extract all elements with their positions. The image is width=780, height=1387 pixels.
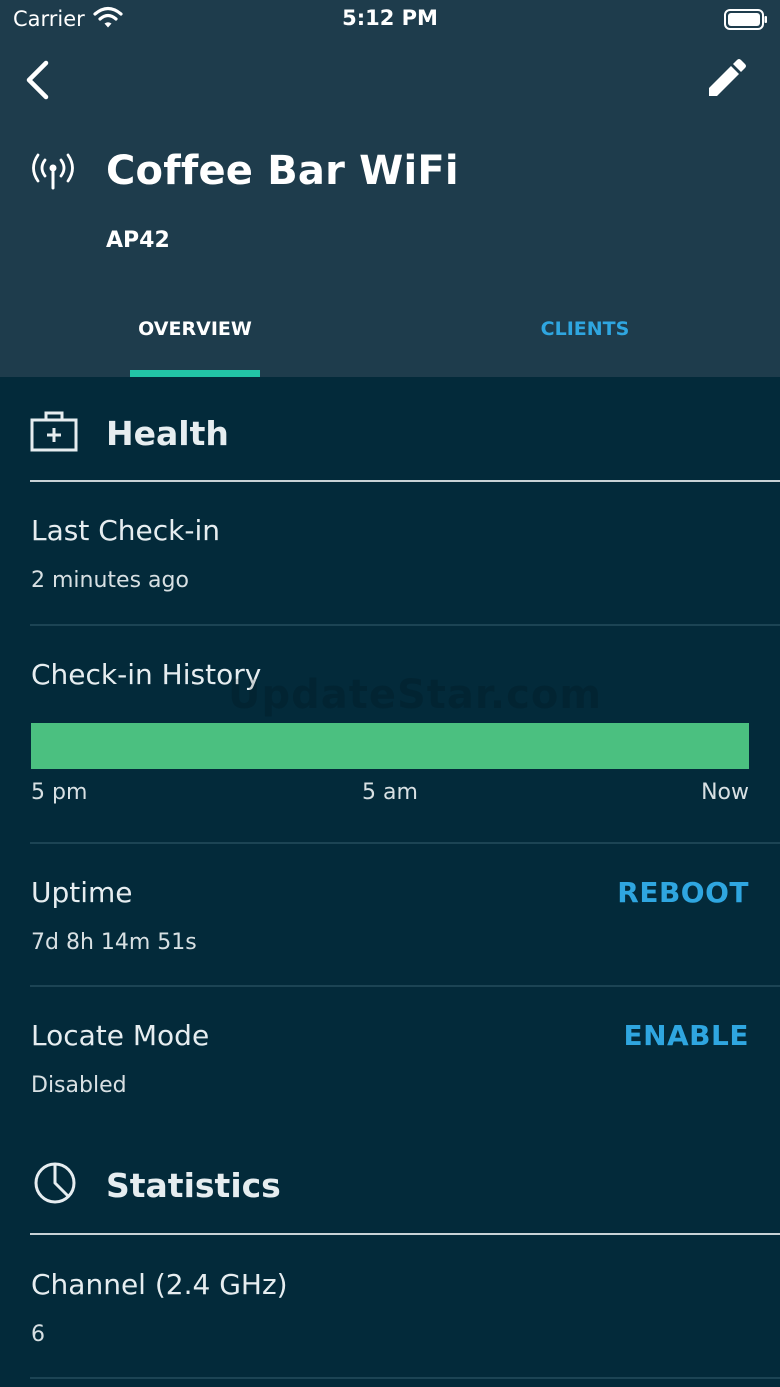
page-subtitle: AP42 bbox=[106, 228, 170, 253]
active-tab-indicator bbox=[130, 370, 260, 377]
health-section-header: Health bbox=[0, 400, 780, 480]
status-time: 5:12 PM bbox=[342, 6, 438, 30]
divider bbox=[30, 480, 780, 482]
locate-mode-value: Disabled bbox=[31, 1073, 127, 1098]
history-axis-start: 5 pm bbox=[31, 780, 88, 805]
chevron-left-icon[interactable] bbox=[18, 55, 62, 105]
divider bbox=[30, 624, 780, 626]
section-title-statistics: Statistics bbox=[106, 1166, 281, 1205]
antenna-icon bbox=[32, 153, 74, 190]
checkin-history-bar bbox=[31, 723, 749, 769]
status-bar: Carrier 5:12 PM bbox=[0, 0, 780, 40]
last-checkin-value: 2 minutes ago bbox=[31, 568, 189, 593]
enable-locate-button[interactable]: ENABLE bbox=[623, 1019, 749, 1052]
first-aid-kit-icon bbox=[30, 411, 78, 452]
divider bbox=[30, 1377, 780, 1379]
watermark: UpdateStar.com bbox=[228, 672, 602, 718]
reboot-button[interactable]: REBOOT bbox=[617, 876, 749, 909]
divider bbox=[30, 842, 780, 844]
history-axis-middle: 5 am bbox=[362, 780, 418, 805]
channel-label: Channel (2.4 GHz) bbox=[31, 1268, 288, 1301]
tab-overview[interactable]: OVERVIEW bbox=[130, 318, 260, 340]
battery-icon bbox=[724, 9, 767, 30]
uptime-value: 7d 8h 14m 51s bbox=[31, 930, 197, 955]
header: Carrier 5:12 PM Coffee Bar WiFi AP42 OVE… bbox=[0, 0, 780, 377]
divider bbox=[30, 1233, 780, 1235]
channel-value: 6 bbox=[31, 1322, 45, 1347]
statistics-section-header: Statistics bbox=[0, 1152, 780, 1232]
locate-mode-label: Locate Mode bbox=[31, 1019, 210, 1052]
pie-chart-icon bbox=[34, 1162, 76, 1204]
last-checkin-label: Last Check-in bbox=[31, 514, 220, 547]
checkin-history-label: Check-in History bbox=[31, 658, 262, 691]
tab-clients[interactable]: CLIENTS bbox=[520, 318, 650, 340]
divider bbox=[30, 985, 780, 987]
page-title: Coffee Bar WiFi bbox=[106, 148, 459, 194]
history-axis-end: Now bbox=[701, 780, 749, 805]
pencil-icon[interactable] bbox=[700, 55, 750, 105]
uptime-label: Uptime bbox=[31, 876, 133, 909]
section-title-health: Health bbox=[106, 414, 229, 453]
